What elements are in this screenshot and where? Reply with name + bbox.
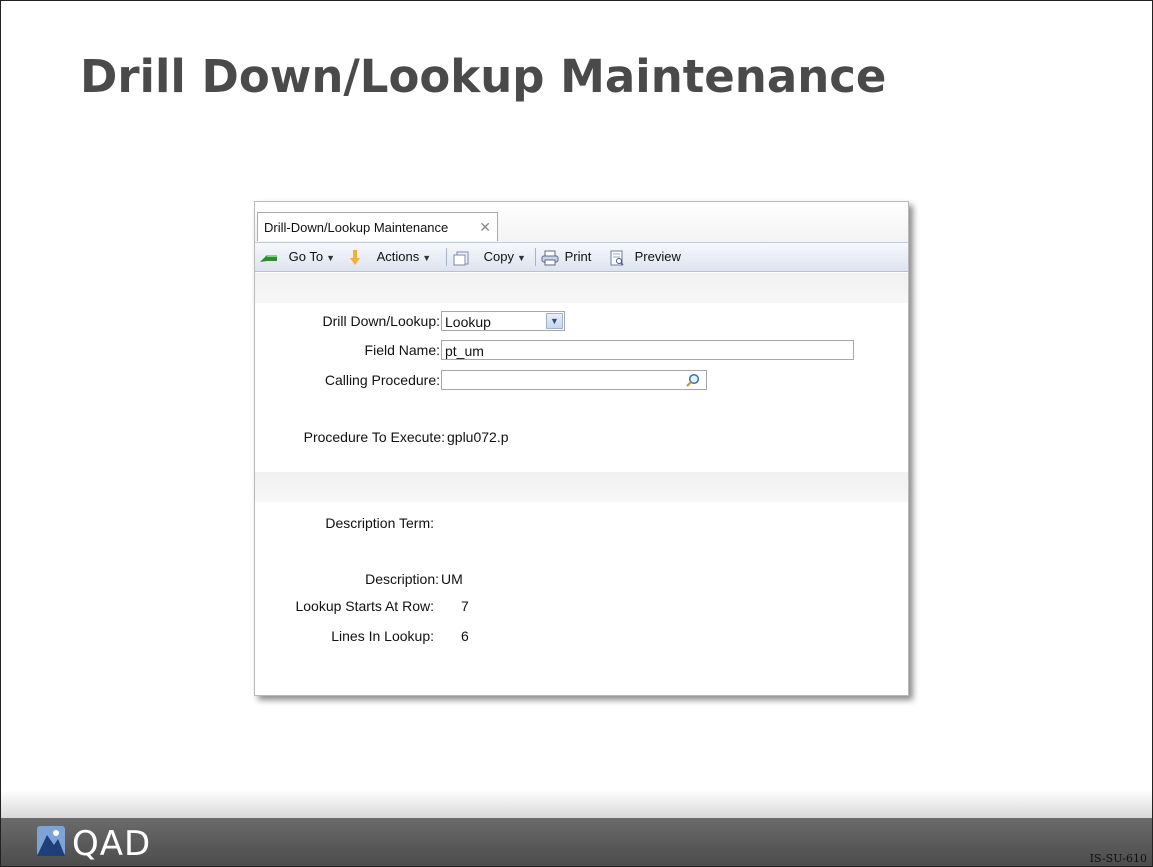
- footer-bar: [1, 818, 1152, 866]
- toolbar-divider: [446, 248, 447, 266]
- calling-procedure-label: Calling Procedure:: [324, 372, 440, 388]
- tab-bar: Drill-Down/Lookup Maintenance ✕: [255, 202, 908, 243]
- app-window: Drill-Down/Lookup Maintenance ✕ Go To ▼ A…: [254, 201, 909, 696]
- chevron-down-icon: ▼: [422, 253, 432, 263]
- qad-logo-icon: [37, 826, 65, 856]
- procedure-to-execute-value: gplu072.p: [447, 429, 509, 445]
- print-label: Print: [564, 249, 592, 264]
- actions-button[interactable]: Actions ▼: [349, 243, 431, 271]
- lines-in-lookup-value: 6: [461, 628, 469, 644]
- tab-drill-down-lookup-maintenance[interactable]: Drill-Down/Lookup Maintenance ✕: [257, 212, 498, 241]
- description-value: UM: [441, 571, 463, 587]
- preview-label: Preview: [634, 249, 681, 264]
- copy-icon: [453, 251, 469, 266]
- procedure-to-execute-label: Procedure To Execute:: [303, 429, 445, 445]
- calling-procedure-input[interactable]: [441, 370, 707, 390]
- drill-down-lookup-label: Drill Down/Lookup:: [322, 313, 441, 329]
- preview-button[interactable]: Preview: [609, 243, 681, 271]
- chevron-down-icon: ▼: [516, 253, 526, 263]
- footer-fade: [1, 790, 1152, 818]
- field-name-label: Field Name:: [364, 342, 440, 358]
- slide-title: Drill Down/Lookup Maintenance: [80, 50, 887, 103]
- goto-button[interactable]: Go To ▼: [259, 243, 335, 271]
- copy-button[interactable]: Copy ▼: [452, 243, 526, 271]
- qad-logo-text: QAD: [72, 824, 152, 864]
- lines-in-lookup-label: Lines In Lookup:: [331, 628, 434, 644]
- tab-label: Drill-Down/Lookup Maintenance: [264, 220, 449, 235]
- lookup-starts-at-row-value: 7: [461, 598, 469, 614]
- chevron-down-icon[interactable]: ▼: [546, 313, 563, 329]
- section-band: [255, 472, 908, 502]
- search-icon[interactable]: [685, 373, 700, 388]
- preview-icon: [610, 250, 624, 266]
- description-label: Description:: [365, 571, 439, 587]
- slide-code: IS-SU-610: [1089, 852, 1147, 865]
- toolbar: Go To ▼ Actions ▼ Copy ▼ Print Preview: [255, 243, 908, 272]
- goto-icon: [260, 254, 277, 262]
- field-name-input[interactable]: pt_um: [441, 340, 854, 360]
- chevron-down-icon: ▼: [326, 253, 335, 263]
- actions-label: Actions: [376, 249, 420, 264]
- description-term-label: Description Term:: [325, 515, 434, 531]
- toolbar-divider: [535, 248, 536, 266]
- lookup-starts-at-row-label: Lookup Starts At Row:: [295, 598, 434, 614]
- drill-down-lookup-value: Lookup: [445, 314, 491, 330]
- section-band: [255, 273, 908, 303]
- printer-icon: [541, 250, 559, 266]
- print-button[interactable]: Print: [541, 243, 591, 271]
- copy-label: Copy: [483, 249, 514, 264]
- goto-label: Go To: [288, 249, 324, 264]
- drill-down-lookup-select[interactable]: Lookup ▼: [441, 311, 565, 331]
- close-icon[interactable]: ✕: [479, 213, 491, 242]
- actions-icon: [350, 249, 360, 265]
